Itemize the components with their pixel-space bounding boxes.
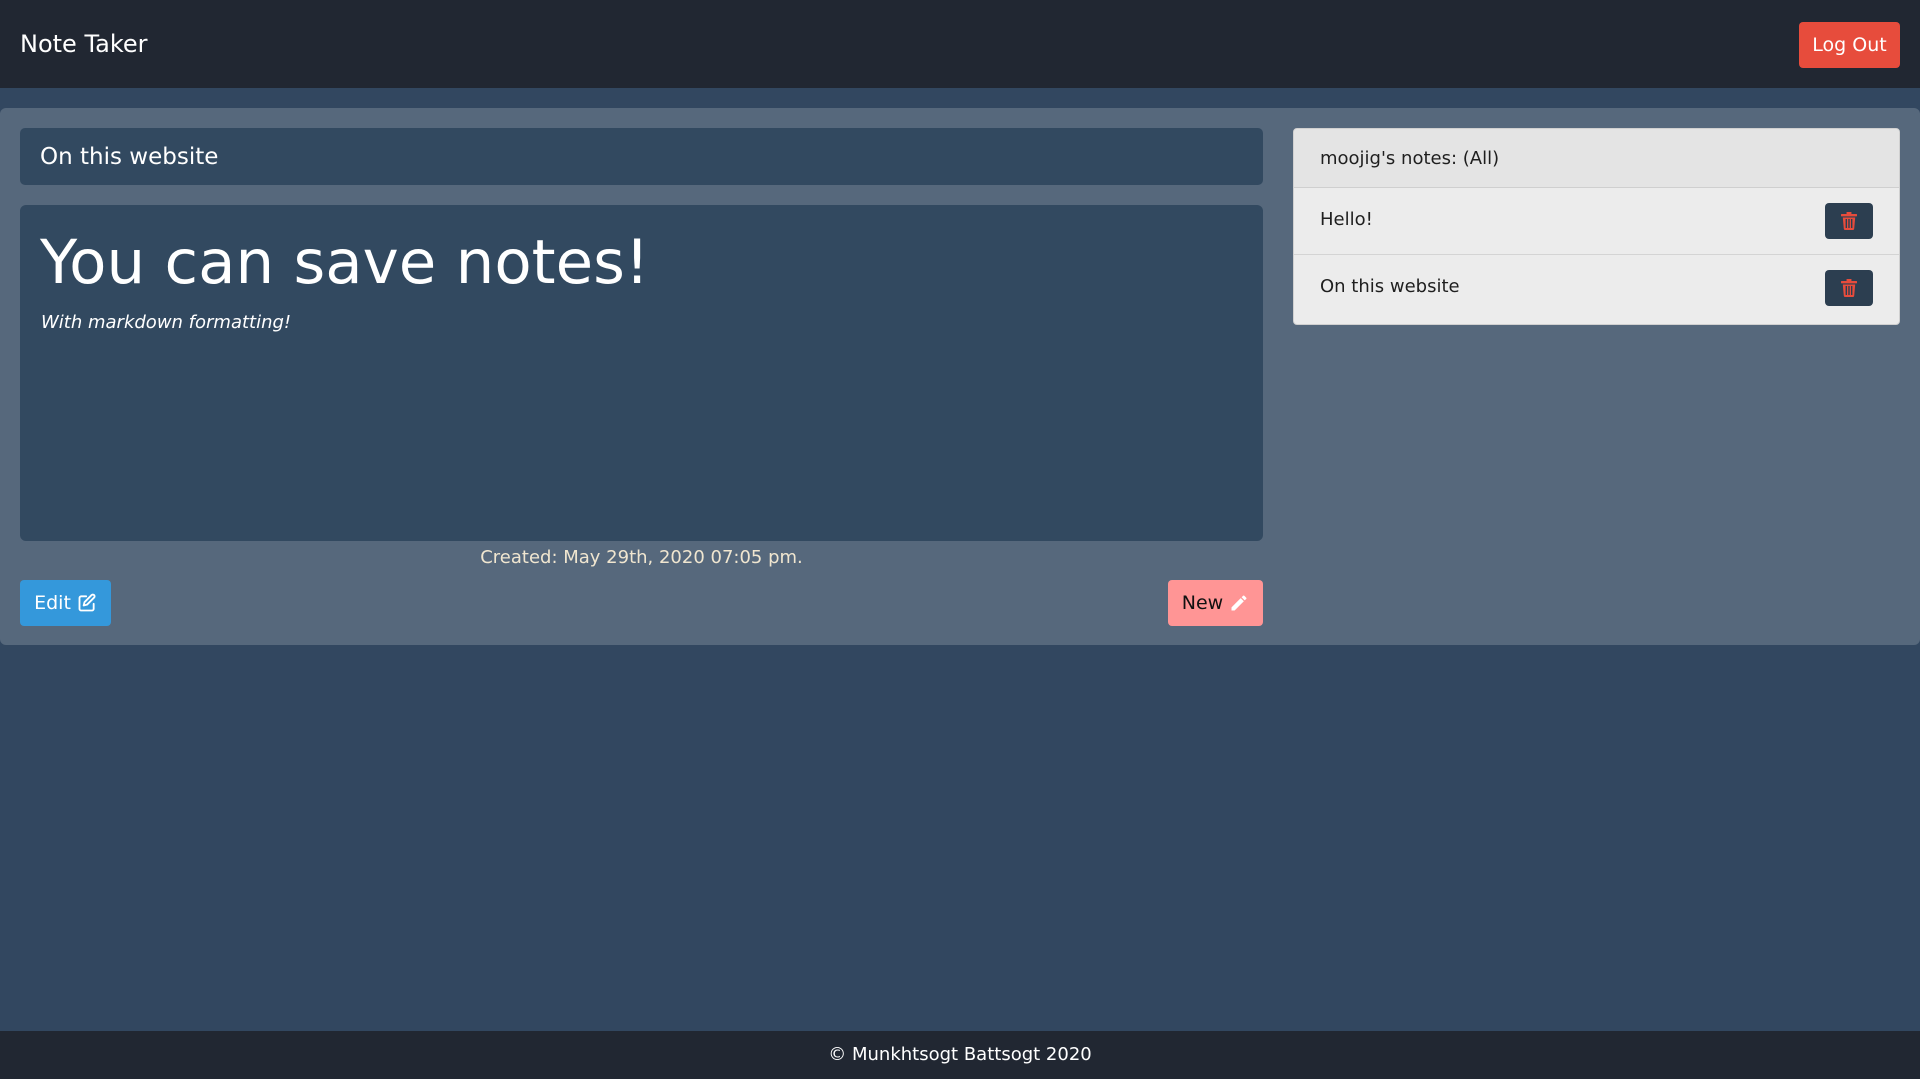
new-button-label: New [1181, 592, 1224, 614]
delete-note-button[interactable] [1825, 203, 1873, 239]
footer: © Munkhtsogt Battsogt 2020 [0, 1031, 1920, 1079]
list-item[interactable]: On this website [1294, 255, 1899, 322]
edit-button-label: Edit [34, 592, 71, 614]
note-title-bar: On this website [20, 128, 1263, 185]
app-brand[interactable]: Note Taker [20, 28, 148, 60]
logout-button[interactable]: Log Out [1799, 22, 1900, 68]
note-title: On this website [40, 144, 219, 170]
edit-button[interactable]: Edit [20, 580, 111, 626]
note-heading: You can save notes! [40, 227, 650, 298]
delete-note-button[interactable] [1825, 270, 1873, 306]
edit-icon [78, 593, 96, 612]
note-subtext: With markdown formatting! [41, 312, 292, 333]
trash-icon [1841, 279, 1857, 297]
list-item-label[interactable]: Hello! [1320, 208, 1373, 232]
created-timestamp: Created: May 29th, 2020 07:05 pm. [480, 547, 803, 568]
trash-icon [1841, 212, 1857, 230]
list-item-label[interactable]: On this website [1320, 275, 1460, 299]
notes-list-card: moojig's notes: (All) Hello! On this web… [1293, 128, 1900, 325]
new-note-button[interactable]: New [1168, 580, 1263, 626]
note-content: You can save notes! With markdown format… [20, 205, 1263, 541]
notes-list-header: moojig's notes: (All) [1294, 129, 1899, 188]
main-card: On this website You can save notes! With… [0, 108, 1920, 645]
footer-copyright: © Munkhtsogt Battsogt 2020 [828, 1044, 1092, 1065]
list-item[interactable]: Hello! [1294, 188, 1899, 255]
pencil-icon [1231, 595, 1247, 611]
top-navbar: Note Taker Log Out [0, 0, 1920, 88]
